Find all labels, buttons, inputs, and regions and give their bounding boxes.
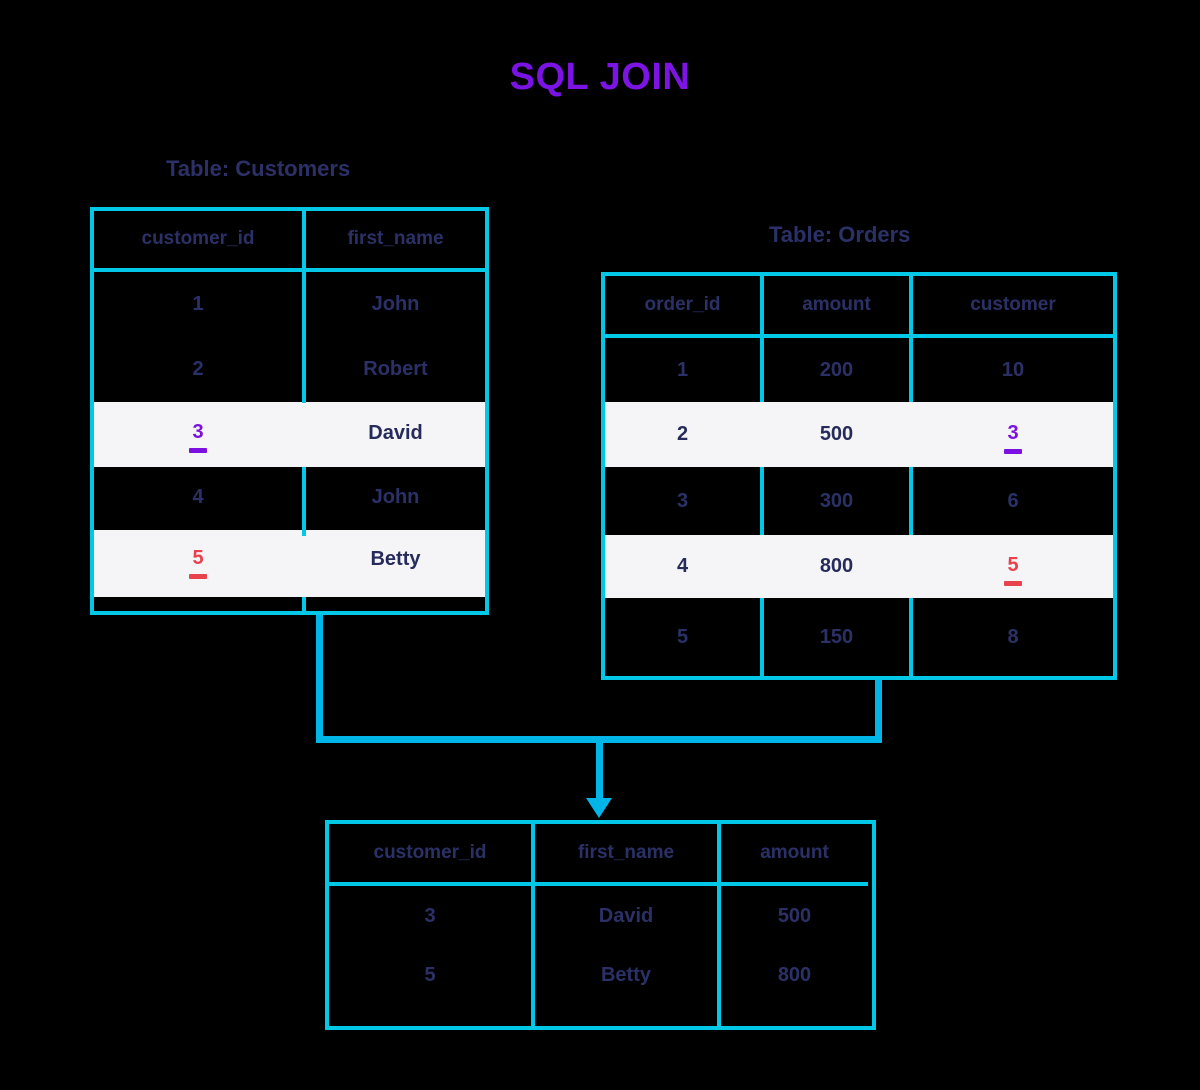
column-header: order_id [605,276,760,338]
column-header: first_name [535,824,717,886]
result-column-customer_id: customer_id 3 5 [329,824,531,1026]
customers-table: customer_id 1 2 3 4 5 first_name John Ro… [90,207,489,615]
table-cell: 1 [676,358,689,381]
table-cell: 10 [1001,358,1025,381]
table-cell: 3 [676,489,689,512]
column-header: first_name [306,211,485,272]
table-cell: 500 [777,904,812,927]
column-header: customer_id [94,211,302,272]
table-cell-spacer [94,589,302,611]
table-cell: Robert [363,358,428,381]
orders-table: order_id 1 2 3 4 5 amount 200 500 300 80… [601,272,1117,680]
join-key-marker: 5 [1004,554,1022,586]
connector-arrow-shaft [596,742,603,800]
table-cell: 200 [819,358,854,381]
result-column-amount: amount 500 800 [717,824,868,1026]
table-cell: 5 [94,529,302,590]
table-cell: 5 [676,625,689,648]
column-header: amount [764,276,909,338]
customers-column-customer_id: customer_id 1 2 3 4 5 [94,211,302,611]
table-cell: 6 [1007,489,1019,512]
customers-column-first_name: first_name John Robert David John Betty [302,211,485,611]
table-cell-spacer [306,589,485,611]
table-cell: 500 [764,402,909,467]
orders-column-amount: amount 200 500 300 800 150 [760,276,909,676]
orders-column-order_id: order_id 1 2 3 4 5 [605,276,760,676]
result-table: customer_id 3 5 first_name David Betty a… [325,820,876,1030]
result-column-first_name: first_name David Betty [531,824,717,1026]
table-cell: David [598,904,654,927]
connector-arrow-head [586,798,612,818]
orders-column-customer: customer 10 3 6 5 8 [909,276,1113,676]
table-cell: Betty [600,963,651,986]
join-key-marker: 3 [1004,422,1022,454]
table-cell: 8 [1007,625,1019,648]
page-title: SQL JOIN [0,56,1200,99]
table-cell-spacer [535,1004,717,1026]
table-cell: Betty [306,529,485,590]
column-header: customer [913,276,1113,338]
table-cell: John [371,293,420,316]
table-cell: John [371,485,420,508]
table-cell: 2 [192,358,204,381]
customers-table-caption: Table: Customers [166,156,351,181]
table-cell-spacer [721,1004,868,1026]
column-header: customer_id [329,824,531,886]
table-cell: 5 [913,535,1113,598]
table-cell: 4 [605,535,760,598]
table-cell: 1 [192,293,204,316]
diagram-canvas: SQL JOIN Table: Customers customer_id 1 … [0,0,1200,1090]
table-cell: David [306,402,485,465]
table-cell: 300 [819,489,854,512]
join-key-marker: 3 [189,421,207,454]
table-cell: 150 [819,625,854,648]
table-cell: 2 [605,402,760,467]
connector-orders-vertical [875,680,882,742]
table-cell: 3 [94,402,302,465]
table-cell: 3 [424,904,436,927]
connector-customers-vertical [316,615,323,742]
orders-table-caption: Table: Orders [769,222,911,247]
join-key-marker: 5 [189,547,207,580]
table-cell: 800 [764,535,909,598]
table-cell: 3 [913,402,1113,467]
table-cell-spacer [329,1004,531,1026]
column-header: amount [721,824,868,886]
table-cell: 5 [424,963,436,986]
table-cell: 4 [192,485,204,508]
table-cell: 800 [777,963,812,986]
